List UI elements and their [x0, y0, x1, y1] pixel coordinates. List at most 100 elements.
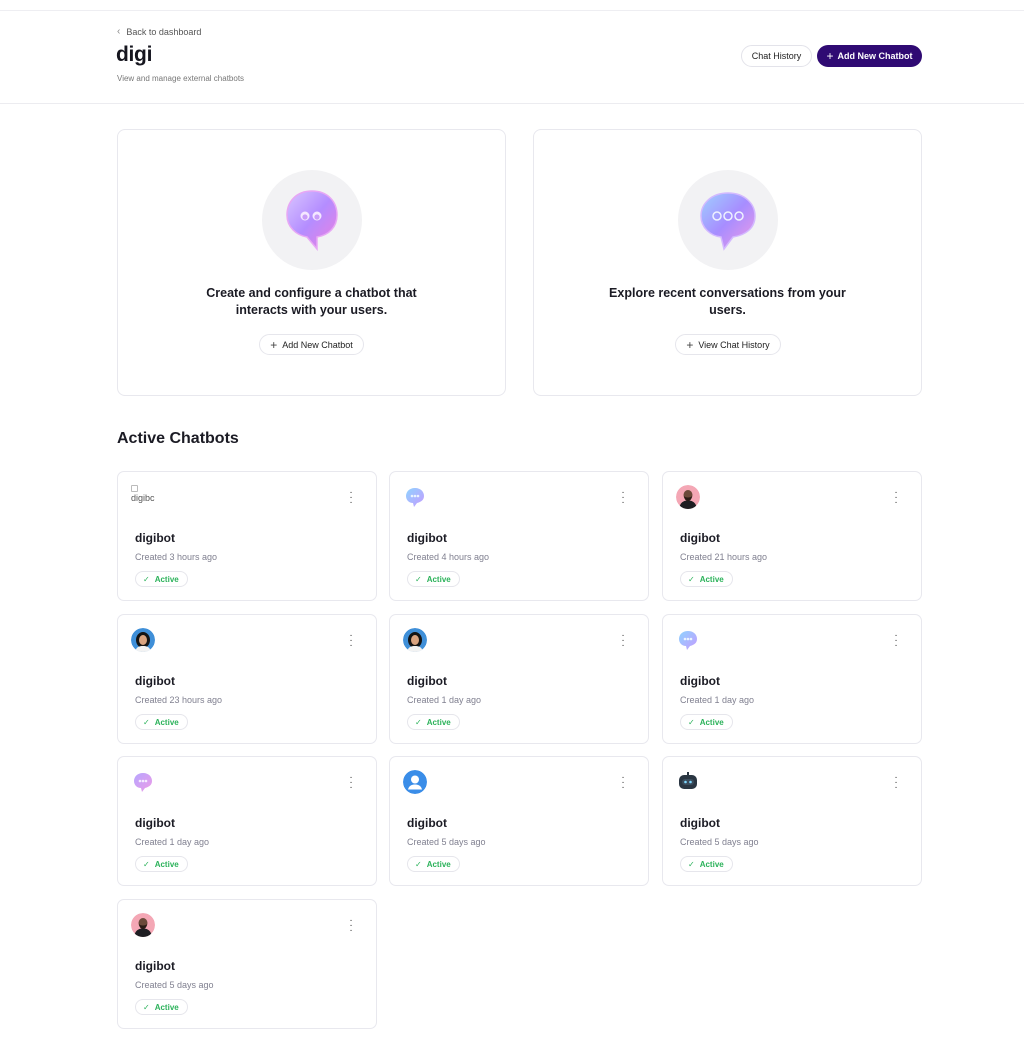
chatbot-created: Created 23 hours ago: [135, 695, 223, 705]
chatbot-created: Created 4 hours ago: [407, 552, 490, 562]
status-badge: ✓ Active: [135, 714, 188, 730]
user-avatar-icon: [403, 770, 427, 794]
chatbot-name: digibot: [135, 674, 175, 688]
chatbot-created: Created 1 day ago: [407, 695, 482, 705]
chatbot-created: Created 5 days ago: [135, 980, 214, 990]
chatbot-card[interactable]: · · · digibot Created 1 day ago ✓ Active: [117, 756, 377, 886]
chat-bubble-icon: [286, 190, 338, 252]
check-icon: ✓: [688, 717, 695, 727]
more-options-icon[interactable]: · · ·: [346, 773, 356, 793]
chatbot-card[interactable]: · · · digibot Created 4 hours ago ✓ Active: [389, 471, 649, 601]
status-label: Active: [154, 859, 179, 869]
man-avatar-icon: [131, 913, 155, 937]
chatbot-name: digibot: [407, 531, 447, 545]
chatbot-card[interactable]: · · · digibot Created 5 days ago ✓ Active: [389, 756, 649, 886]
status-label: Active: [699, 859, 724, 869]
chatbot-card[interactable]: digibc · · · digibot Created 3 hours ago ✓…: [117, 471, 377, 601]
speech-bubble-icon: [700, 192, 756, 251]
status-label: Active: [154, 574, 179, 584]
more-options-icon[interactable]: · · ·: [891, 488, 901, 508]
status-label: Active: [426, 717, 451, 727]
chatbot-created: Created 1 day ago: [680, 695, 755, 705]
check-icon: ✓: [415, 574, 422, 584]
chatbot-created: Created 21 hours ago: [680, 552, 768, 562]
back-link-label: Back to dashboard: [126, 26, 202, 37]
view-chat-history-label: View Chat History: [698, 339, 770, 350]
create-chatbot-text: Create and configure a chatbot that inte…: [206, 286, 417, 317]
check-icon: ✓: [143, 717, 150, 727]
broken-image-icon: digibc: [131, 485, 157, 507]
chat-bubble-illustration: [262, 170, 362, 270]
view-chat-history-button[interactable]: + View Chat History: [675, 334, 781, 355]
chatbot-created: Created 1 day ago: [135, 837, 210, 847]
check-icon: ✓: [143, 859, 150, 869]
status-badge: ✓ Active: [680, 856, 733, 872]
active-chatbots-heading: Active Chatbots: [117, 430, 239, 447]
more-options-icon[interactable]: · · ·: [891, 631, 901, 651]
chatbot-created: Created 5 days ago: [680, 837, 759, 847]
page-subtitle: View and manage external chatbots: [117, 74, 245, 83]
check-icon: ✓: [415, 859, 422, 869]
conversation-bubble-illustration: [678, 170, 778, 270]
status-label: Active: [154, 717, 179, 727]
check-icon: ✓: [415, 717, 422, 727]
status-label: Active: [426, 574, 451, 584]
explore-conversations-card: Explore recent conversations from your u…: [533, 129, 922, 396]
chat-history-button[interactable]: Chat History: [741, 45, 812, 67]
more-options-icon[interactable]: · · ·: [618, 773, 628, 793]
chatbot-card[interactable]: · · · digibot Created 5 days ago ✓ Active: [117, 899, 377, 1029]
status-badge: ✓ Active: [680, 714, 733, 730]
more-options-icon[interactable]: · · ·: [618, 488, 628, 508]
chevron-left-icon: ‹: [117, 26, 121, 37]
hero-add-new-chatbot-label: Add New Chatbot: [282, 339, 353, 350]
status-label: Active: [699, 717, 724, 727]
status-badge: ✓ Active: [407, 571, 460, 587]
bubble-avatar-icon: [131, 770, 155, 794]
check-icon: ✓: [688, 574, 695, 584]
status-badge: ✓ Active: [135, 571, 188, 587]
add-new-chatbot-label: Add New Chatbot: [837, 51, 913, 61]
status-badge: ✓ Active: [680, 571, 733, 587]
hero-add-new-chatbot-button[interactable]: + Add New Chatbot: [259, 334, 364, 355]
chatbot-card[interactable]: · · · digibot Created 1 day ago ✓ Active: [662, 614, 922, 744]
chatbot-card[interactable]: · · · digibot Created 5 days ago ✓ Active: [662, 756, 922, 886]
page-header: ‹ Back to dashboard digi View and manage…: [0, 11, 1024, 104]
more-options-icon[interactable]: · · ·: [346, 488, 356, 508]
woman-avatar-icon: [131, 628, 155, 652]
status-label: Active: [699, 574, 724, 584]
chat-history-label: Chat History: [751, 51, 802, 61]
man-avatar-icon: [676, 485, 700, 509]
plus-icon: +: [270, 337, 278, 352]
bubble-avatar-icon: [403, 485, 427, 509]
more-options-icon[interactable]: · · ·: [618, 631, 628, 651]
check-icon: ✓: [143, 574, 150, 584]
woman-avatar-icon: [403, 628, 427, 652]
chatbot-name: digibot: [135, 531, 175, 545]
status-badge: ✓ Active: [407, 714, 460, 730]
status-badge: ✓ Active: [135, 999, 188, 1015]
chatbot-name: digibot: [407, 816, 447, 830]
check-icon: ✓: [688, 859, 695, 869]
more-options-icon[interactable]: · · ·: [346, 631, 356, 651]
chatbot-name: digibot: [680, 531, 720, 545]
add-new-chatbot-button[interactable]: + Add New Chatbot: [817, 45, 922, 67]
chatbot-card[interactable]: · · · digibot Created 23 hours ago ✓ Active: [117, 614, 377, 744]
plus-icon: +: [826, 49, 834, 63]
chatbot-card[interactable]: · · · digibot Created 1 day ago ✓ Active: [389, 614, 649, 744]
create-chatbot-card: Create and configure a chatbot that inte…: [117, 129, 506, 396]
status-badge: ✓ Active: [135, 856, 188, 872]
plus-icon: +: [686, 337, 694, 352]
check-icon: ✓: [143, 1002, 150, 1012]
back-link[interactable]: ‹ Back to dashboard: [117, 26, 201, 37]
avatar-alt-text: digibc: [131, 493, 155, 503]
more-options-icon[interactable]: · · ·: [891, 773, 901, 793]
explore-conversations-text: Explore recent conversations from your u…: [609, 286, 846, 317]
chatbot-name: digibot: [407, 674, 447, 688]
more-options-icon[interactable]: · · ·: [346, 916, 356, 936]
page-title: digi: [116, 43, 153, 66]
chatbot-card[interactable]: · · · digibot Created 21 hours ago ✓ Active: [662, 471, 922, 601]
chatbot-created: Created 5 days ago: [407, 837, 486, 847]
chatbot-created: Created 3 hours ago: [135, 552, 218, 562]
chatbot-name: digibot: [680, 674, 720, 688]
status-label: Active: [154, 1002, 179, 1012]
